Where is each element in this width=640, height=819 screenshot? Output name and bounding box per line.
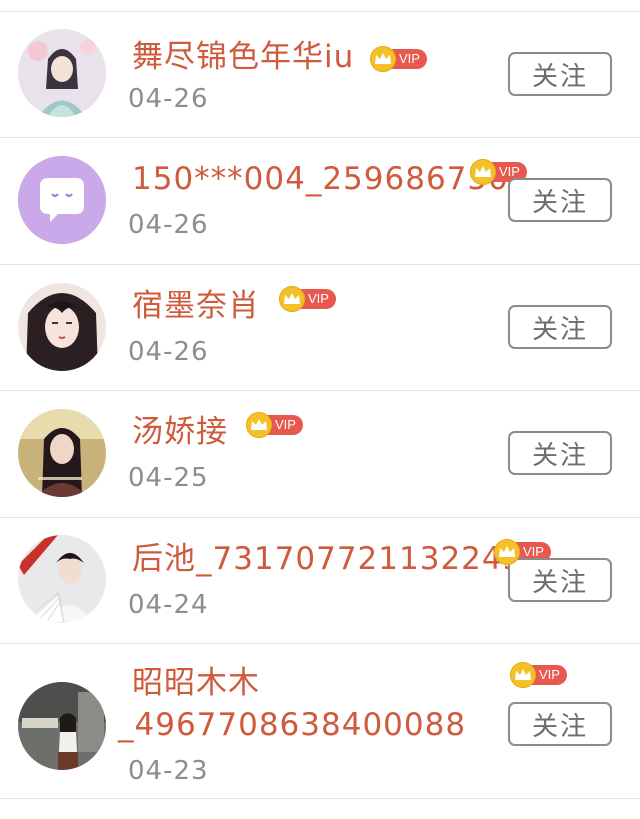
crown-icon bbox=[470, 159, 496, 185]
crown-icon bbox=[370, 46, 396, 72]
avatar[interactable] bbox=[18, 535, 106, 623]
avatar[interactable] bbox=[18, 409, 106, 497]
hanfu-girl-avatar-image bbox=[18, 29, 106, 117]
follow-date: 04-26 bbox=[128, 337, 209, 367]
user-name[interactable]: 舞尽锦色年华iu bbox=[132, 39, 354, 75]
vip-badge: VIP bbox=[246, 412, 303, 438]
follow-button[interactable]: 关注 bbox=[508, 305, 612, 349]
avatar[interactable] bbox=[18, 283, 106, 371]
list-item[interactable]: 宿墨奈肖 VIP 04-26 关注 bbox=[0, 265, 640, 391]
avatar[interactable] bbox=[18, 29, 106, 117]
crown-icon bbox=[494, 539, 520, 565]
default-chat-avatar-image bbox=[18, 156, 106, 244]
list-item[interactable]: 后池_7317077211322457 VIP 04-24 关注 bbox=[0, 518, 640, 644]
list-item[interactable]: 汤娇接 VIP 04-25 关注 bbox=[0, 391, 640, 518]
user-name[interactable]: 150***004_259686750 bbox=[132, 161, 509, 197]
list-item[interactable]: 昭昭木木 _4967708638400088 VIP 04-23 关注 bbox=[0, 644, 640, 809]
user-name[interactable]: 宿墨奈肖 bbox=[132, 288, 260, 324]
avatar[interactable] bbox=[18, 682, 106, 770]
vip-badge: VIP bbox=[370, 46, 427, 72]
follow-date: 04-26 bbox=[128, 84, 209, 114]
follow-button[interactable]: 关注 bbox=[508, 52, 612, 96]
vip-badge: VIP bbox=[279, 286, 336, 312]
crown-icon bbox=[510, 662, 536, 688]
user-name-line-2[interactable]: _4967708638400088 bbox=[118, 707, 466, 743]
row-divider bbox=[0, 798, 640, 799]
woman-portrait-avatar-image bbox=[18, 409, 106, 497]
follow-button[interactable]: 关注 bbox=[508, 558, 612, 602]
avatar[interactable] bbox=[18, 156, 106, 244]
crown-icon bbox=[246, 412, 272, 438]
street-photo-avatar-image bbox=[18, 682, 106, 770]
follow-date: 04-24 bbox=[128, 590, 209, 620]
man-with-fan-avatar-image bbox=[18, 535, 106, 623]
follow-date: 04-25 bbox=[128, 463, 209, 493]
user-name[interactable]: 汤娇接 bbox=[132, 414, 228, 450]
user-name-line-1[interactable]: 昭昭木木 bbox=[132, 665, 260, 701]
illustrated-woman-avatar-image bbox=[18, 283, 106, 371]
follow-button[interactable]: 关注 bbox=[508, 431, 612, 475]
follow-date: 04-26 bbox=[128, 210, 209, 240]
crown-icon bbox=[279, 286, 305, 312]
follow-button[interactable]: 关注 bbox=[508, 702, 612, 746]
list-item[interactable]: 舞尽锦色年华iu VIP 04-26 关注 bbox=[0, 12, 640, 138]
follow-button[interactable]: 关注 bbox=[508, 178, 612, 222]
follower-list: 舞尽锦色年华iu VIP 04-26 关注 150***004_25968675… bbox=[0, 0, 640, 819]
vip-badge: VIP bbox=[510, 662, 567, 688]
follow-date: 04-23 bbox=[128, 756, 209, 786]
list-item[interactable]: 150***004_259686750 VIP 04-26 关注 bbox=[0, 138, 640, 265]
user-name[interactable]: 后池_7317077211322457 bbox=[132, 541, 544, 577]
